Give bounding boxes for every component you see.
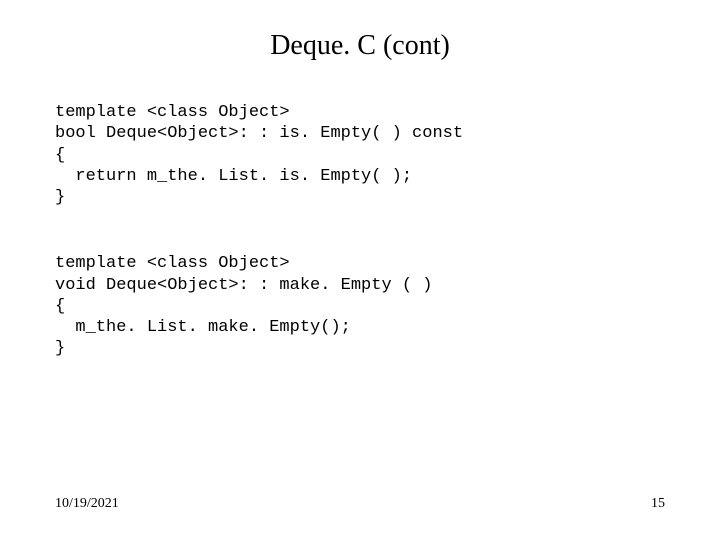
slide: Deque. C (cont) template <class Object> …	[0, 0, 720, 540]
footer-date: 10/19/2021	[55, 496, 119, 512]
footer-page-number: 15	[651, 496, 665, 512]
slide-title: Deque. C (cont)	[55, 30, 665, 62]
code-block-2: template <class Object> void Deque<Objec…	[55, 253, 665, 359]
code-block-1: template <class Object> bool Deque<Objec…	[55, 102, 665, 208]
